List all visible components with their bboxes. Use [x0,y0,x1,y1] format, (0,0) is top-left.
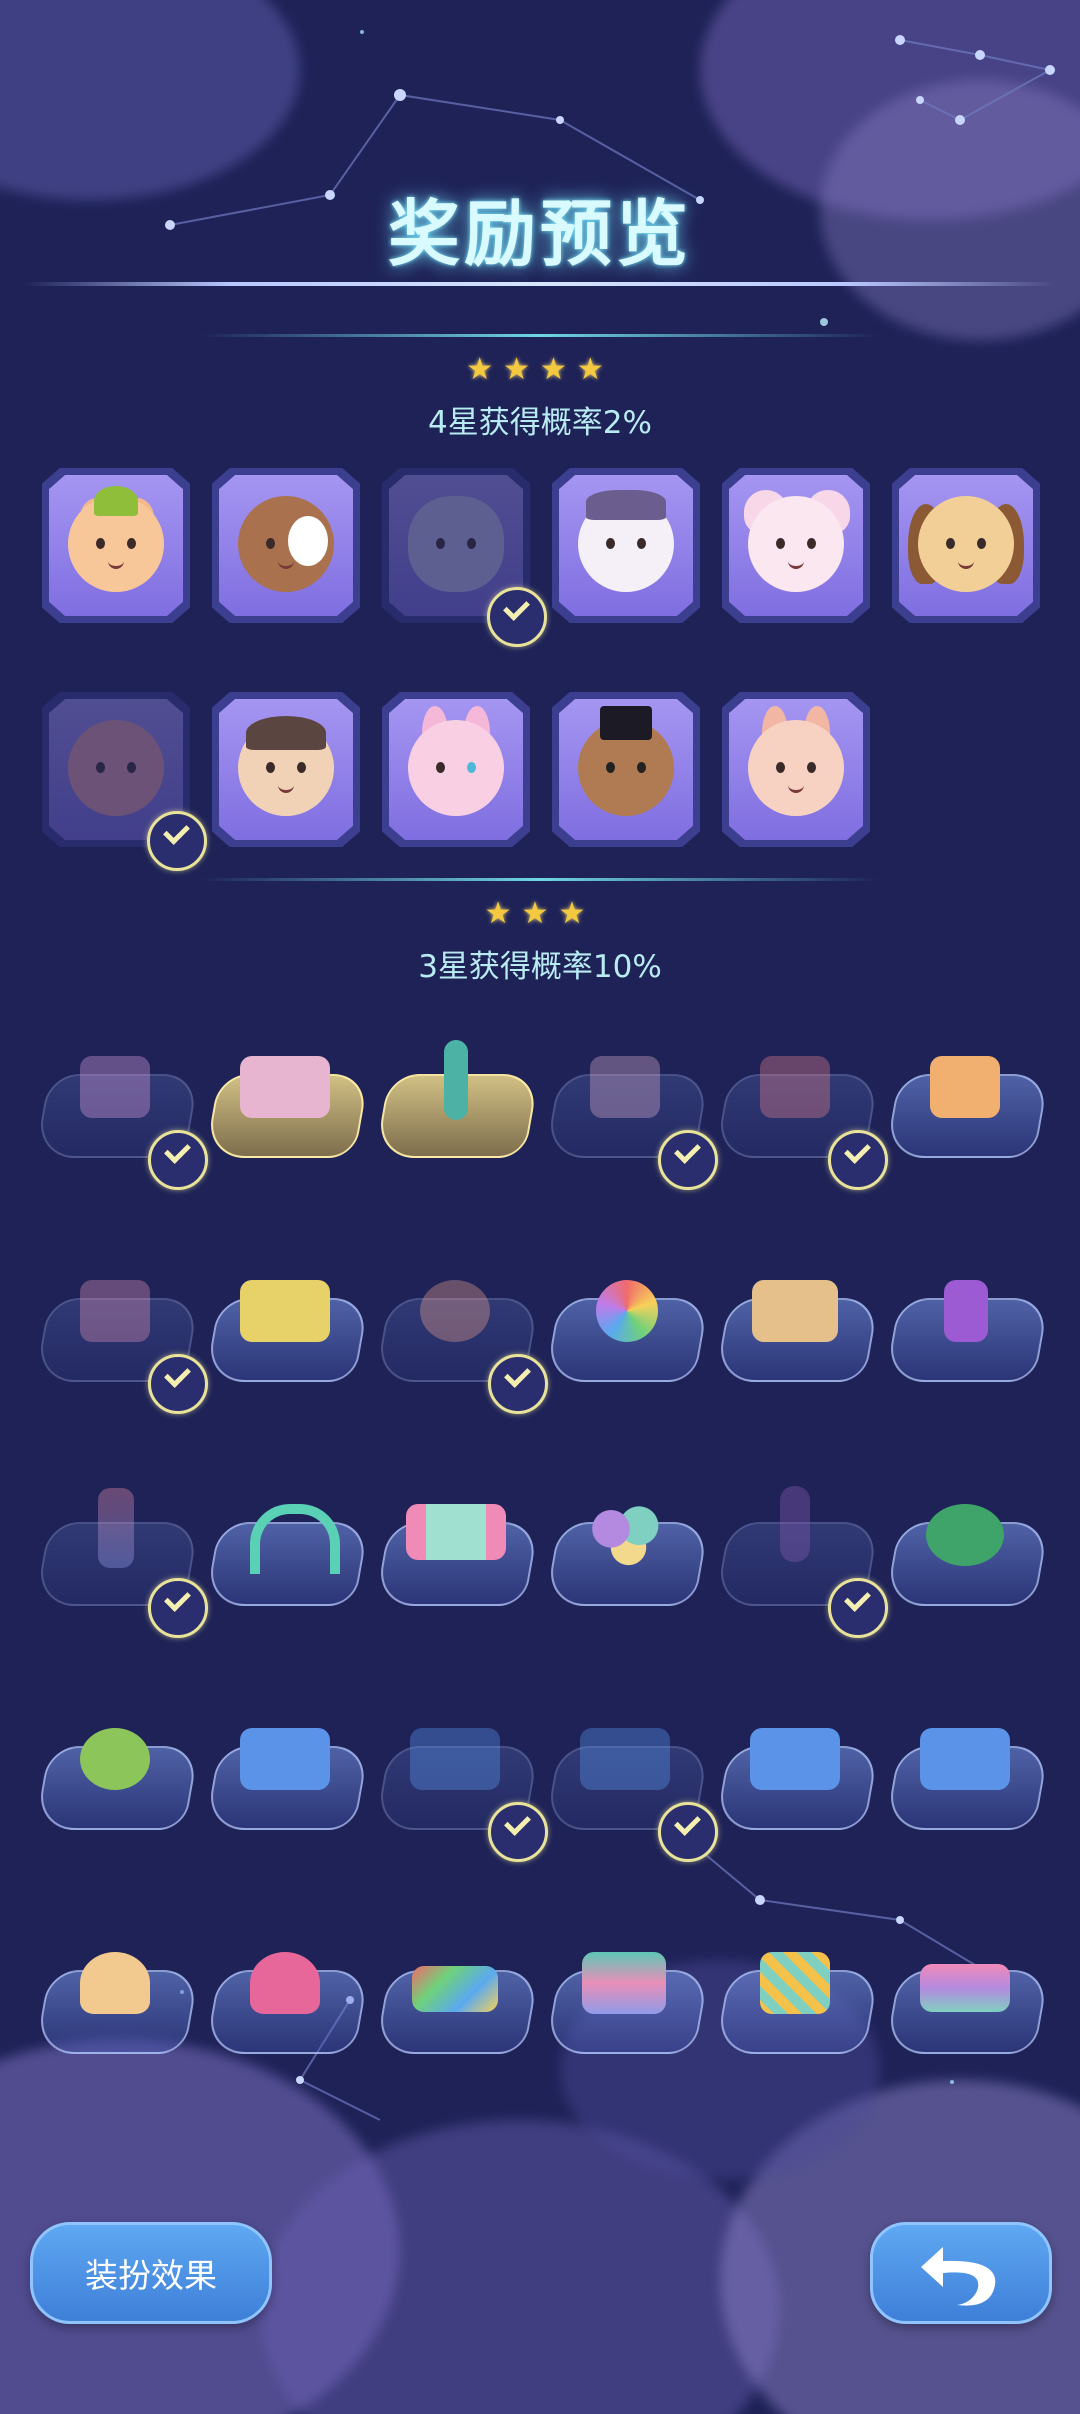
owned-check-icon [828,1578,888,1638]
item-slide[interactable] [884,1034,1050,1164]
item-ice-house[interactable] [884,1706,1050,1836]
item-fruit-tree[interactable] [884,1482,1050,1612]
item-bead-wall[interactable] [204,1258,370,1388]
item-sandbox[interactable] [714,1258,880,1388]
reward-card-cow[interactable] [212,468,360,623]
owned-check-icon [148,1354,208,1414]
owned-check-icon [658,1130,718,1190]
item-flamingo-rocker[interactable] [204,1930,370,2060]
item-bird-rocker[interactable] [34,1930,200,2060]
tier3-probability: 3星获得概率10% [418,949,662,985]
owned-check-icon [148,1130,208,1190]
owned-check-icon [658,1802,718,1862]
reward-card-antler-girl[interactable] [212,692,360,847]
item-ice-house[interactable] [204,1706,370,1836]
reward-card-clown-bunny[interactable] [722,692,870,847]
undo-arrow-icon [921,2247,996,2306]
tier4-stars: ★★★★ [466,352,614,387]
owned-check-icon [828,1130,888,1190]
item-paint-cup[interactable] [884,1258,1050,1388]
item-roller-coaster[interactable] [204,1034,370,1164]
owned-check-icon [147,811,207,871]
tier3-header: ★★★ 3星获得概率10% [0,896,1080,986]
reward-card-puppy[interactable] [892,468,1040,623]
owned-check-icon [488,1354,548,1414]
dress-effect-button[interactable]: 装扮效果 [30,2222,272,2324]
item-prize-wheel[interactable] [544,1258,710,1388]
tier3-stars: ★★★ [484,896,596,931]
item-bush-tree[interactable] [34,1706,200,1836]
item-colorful-bed[interactable] [374,1930,540,2060]
title-banner: 奖励预览 [0,150,1080,290]
reward-card-steampunk[interactable] [552,468,700,623]
item-drop-tower[interactable] [374,1034,540,1164]
item-beach-chair[interactable] [714,1930,880,2060]
back-button[interactable] [870,2222,1052,2324]
page-title: 奖励预览 [387,192,692,276]
reward-card-mouse[interactable] [722,468,870,623]
tier4-probability: 4星获得概率2% [428,405,652,441]
item-flower-arch[interactable] [204,1482,370,1612]
title-underline [24,282,1056,286]
reward-card-pink-bunny[interactable] [382,692,530,847]
reward-card-owl[interactable] [552,692,700,847]
item-yarn-balls[interactable] [544,1482,710,1612]
divider-3star [200,878,880,881]
owned-check-icon [488,1802,548,1862]
dress-effect-label: 装扮效果 [85,2256,217,2295]
owned-check-icon [148,1578,208,1638]
tier4-header: ★★★★ 4星获得概率2% [0,352,1080,442]
reward-card-deer-hat[interactable] [42,468,190,623]
item-cushion-stack[interactable] [544,1930,710,2060]
item-rainbow-mat[interactable] [884,1930,1050,2060]
divider-4star [200,334,880,337]
owned-check-icon [487,587,547,647]
item-ice-house[interactable] [714,1706,880,1836]
item-rainbow-gate[interactable] [374,1482,540,1612]
